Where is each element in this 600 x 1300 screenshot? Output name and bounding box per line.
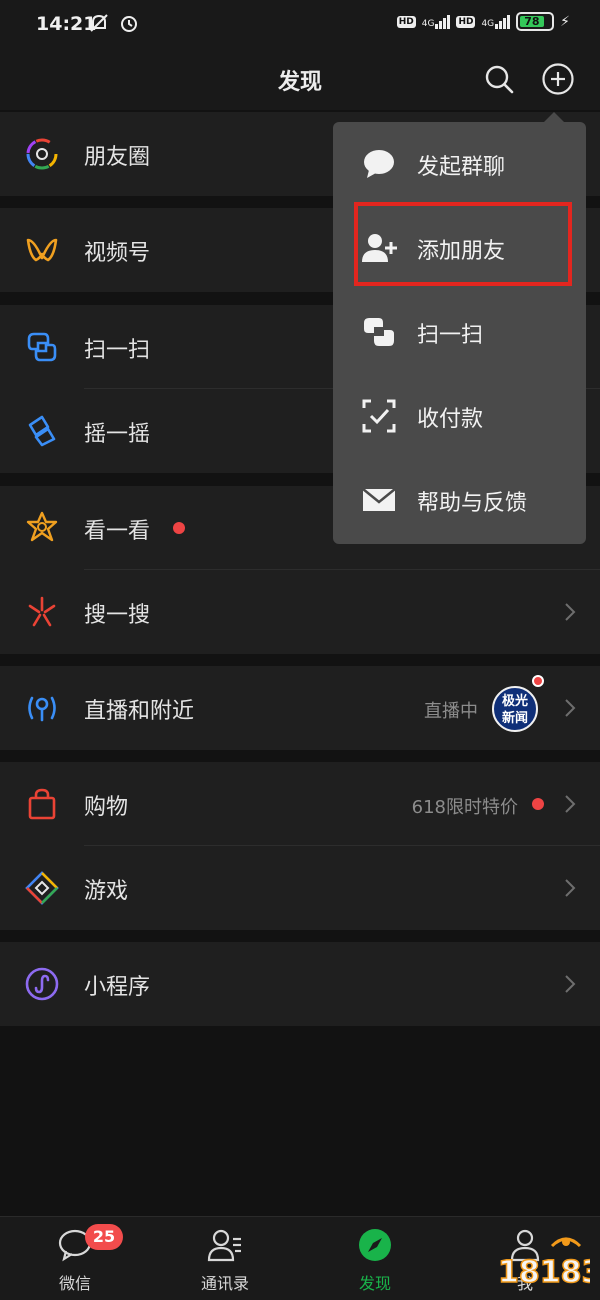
network-type: 4G — [421, 18, 435, 29]
live-channel-name: 极光 — [501, 694, 528, 709]
list-label: 扫一扫 — [84, 338, 151, 363]
tab-label: 微信 — [58, 1274, 91, 1293]
list-label: 直播和附近 — [84, 699, 195, 724]
signal-icon: 4G — [421, 14, 451, 29]
chevron-right-icon — [565, 603, 576, 621]
nav-bar: 发现 — [0, 50, 600, 110]
scan-icon — [364, 318, 394, 346]
tab-label: 发现 — [358, 1274, 391, 1293]
live-dot — [532, 675, 544, 687]
battery-icon: 78 — [516, 12, 555, 31]
search-icon[interactable] — [483, 63, 515, 95]
list-label: 购物 — [84, 795, 129, 820]
compass-icon — [359, 1229, 391, 1261]
list-item-shopping[interactable]: 购物 618限时特价 — [0, 762, 600, 846]
live-status: 直播中 — [424, 701, 478, 722]
highlight-box — [354, 202, 572, 286]
watermark-text: 18183 — [498, 1255, 590, 1290]
chevron-right-icon — [565, 699, 576, 717]
menu-label: 发起群聊 — [417, 155, 506, 180]
hd-badge: HD — [396, 15, 416, 28]
list-label: 朋友圈 — [84, 145, 151, 170]
shake-icon — [28, 415, 56, 447]
shopping-bag-icon — [28, 788, 56, 820]
tab-discover[interactable]: 发现 — [300, 1217, 450, 1300]
menu-item-money[interactable]: 收付款 — [333, 374, 586, 458]
mini-programs-icon — [25, 967, 59, 1001]
tab-contacts[interactable]: 通讯录 — [150, 1217, 300, 1300]
list-label: 搜一搜 — [84, 603, 151, 628]
signal-icon: 4G — [481, 14, 511, 29]
tab-chats[interactable]: 25 微信 — [0, 1217, 150, 1300]
alarm-icon — [121, 16, 137, 32]
chat-bubble-icon — [364, 150, 394, 178]
muted-bell-icon — [90, 14, 108, 32]
shopping-promo: 618限时特价 — [411, 797, 518, 818]
network-type: 4G — [481, 18, 495, 29]
list-label: 看一看 — [84, 519, 151, 544]
menu-item-group-chat[interactable]: 发起群聊 — [333, 122, 586, 206]
menu-item-help-feedback[interactable]: 帮助与反馈 — [333, 458, 586, 542]
scan-icon — [27, 332, 57, 362]
live-channel-avatar: 极光 新闻 — [492, 686, 538, 732]
list-item-mini-programs[interactable]: 小程序 — [0, 942, 600, 1026]
chevron-right-icon — [565, 975, 576, 993]
status-bar: 14:21 HD 4G HD 4G 78 ⚡ — [0, 0, 600, 50]
menu-label: 扫一扫 — [417, 323, 484, 348]
moments-icon — [26, 138, 58, 170]
contacts-icon — [207, 1229, 241, 1262]
charging-icon: ⚡ — [560, 13, 570, 30]
games-icon — [25, 871, 59, 905]
unread-dot — [173, 522, 185, 534]
list-label: 小程序 — [84, 975, 151, 1000]
chevron-right-icon — [565, 879, 576, 897]
tab-label: 通讯录 — [200, 1274, 249, 1293]
menu-label: 收付款 — [417, 407, 484, 432]
list-item-games[interactable]: 游戏 — [0, 846, 600, 930]
menu-label: 帮助与反馈 — [417, 491, 528, 516]
watermark-logo: 18183 — [497, 1237, 590, 1291]
list-item-search[interactable]: 搜一搜 — [0, 570, 600, 654]
unread-badge: 25 — [85, 1224, 123, 1250]
live-nearby-icon — [28, 696, 56, 722]
unread-dot — [532, 798, 544, 810]
chevron-right-icon — [565, 795, 576, 813]
list-label: 游戏 — [84, 879, 129, 904]
money-icon — [362, 399, 396, 433]
list-label: 摇一摇 — [84, 422, 151, 447]
menu-item-scan[interactable]: 扫一扫 — [333, 290, 586, 374]
search-sparkle-icon — [28, 596, 56, 627]
add-menu-popup: 发起群聊 添加朋友 扫一扫 收付款 帮助与反馈 — [333, 112, 586, 544]
list-label: 视频号 — [84, 241, 151, 266]
mail-icon — [362, 488, 396, 511]
add-circle-icon[interactable] — [541, 62, 575, 96]
battery-level: 78 — [520, 16, 544, 27]
channels-icon — [26, 238, 58, 262]
live-channel-name: 新闻 — [501, 711, 528, 726]
hd-badge: HD — [456, 15, 476, 28]
top-stories-icon — [26, 511, 58, 542]
